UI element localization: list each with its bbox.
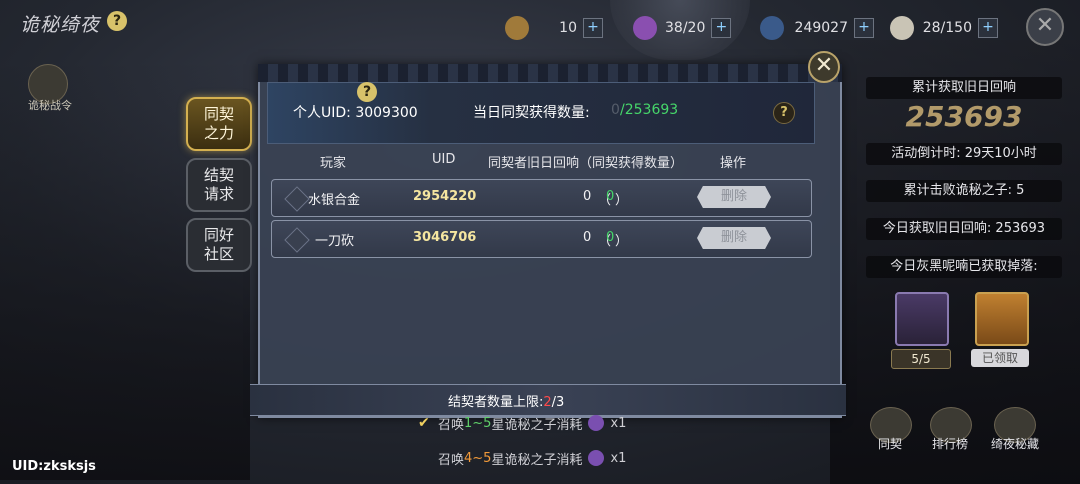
tab-community[interactable]: 同好 社区 (186, 218, 252, 272)
purple-flask-reward[interactable] (895, 292, 949, 346)
close-dialog-button[interactable]: ✕ (808, 51, 840, 83)
echo-gain-close: ） (615, 234, 629, 249)
feather-icon (890, 16, 914, 40)
echo-value: 0 (583, 189, 592, 204)
page-title: 诡秘绮夜 (20, 14, 101, 36)
resource-feather: 28/150 + (890, 15, 998, 41)
add-feather-button[interactable]: + (978, 18, 998, 38)
summon-prefix: 召唤 (438, 452, 465, 468)
table-row: 水银合金 2954220 0 （ 0 ） 删除 (271, 179, 812, 217)
add-potion-button[interactable]: + (583, 18, 603, 38)
add-flask-button[interactable]: + (711, 18, 732, 38)
player-name: 水银合金 (308, 193, 361, 208)
echo-gain: 0 (606, 230, 615, 245)
resource-potion: 10 + (505, 15, 603, 41)
event-countdown: 活动倒计时: 29天10小时 (866, 143, 1062, 165)
potion-icon (505, 16, 529, 40)
bond-limit-label: 结契者数量上限: (448, 395, 544, 410)
today-echo: 今日获取旧日回响: 253693 (866, 218, 1062, 240)
info-help-icon[interactable]: ? (773, 102, 795, 124)
resource-value: 10 (559, 20, 577, 36)
player-uid: 3046706 (413, 230, 477, 245)
today-drops-label: 今日灰黑呢喃已获取掉落: (866, 256, 1062, 278)
summon-count: x1 (610, 415, 627, 431)
checkbox-icon (418, 451, 432, 465)
ranking-button-label[interactable]: 排行榜 (924, 435, 976, 452)
summon-option[interactable]: 召唤 4~5 星诡秘之子消耗 x1 (418, 447, 626, 469)
orb-icon (588, 450, 605, 466)
dialog-top-ornament (258, 64, 842, 82)
summon-prefix: 召唤 (438, 417, 465, 433)
summon-suffix: 星诡秘之子消耗 (491, 417, 583, 433)
today-gain-total: /253693 (620, 102, 679, 118)
add-wand-button[interactable]: + (854, 18, 874, 38)
echo-gain: 0 (606, 189, 615, 204)
orange-flask-reward[interactable] (975, 292, 1029, 346)
battle-pass-label: 诡秘战令 (28, 99, 72, 112)
row-diamond-icon (284, 186, 310, 212)
reward-claimed: 已领取 (971, 349, 1029, 367)
resource-wand: 249027 + (760, 15, 874, 41)
treasure-button-label[interactable]: 绮夜秘藏 (984, 435, 1046, 452)
resource-value: 249027 (794, 20, 848, 36)
bond-limit: 结契者数量上限:2/3 (448, 391, 564, 410)
orb-icon (588, 415, 605, 431)
bond-limit-current: 2 (543, 395, 552, 410)
today-gain-current: 0 (611, 102, 620, 118)
total-echo-value: 253693 (905, 100, 1023, 133)
summon-suffix: 星诡秘之子消耗 (491, 452, 583, 468)
defeated-count: 累计击败诡秘之子: 5 (866, 180, 1062, 202)
help-icon[interactable]: ? (107, 11, 127, 31)
resource-value: 38/20 (665, 20, 706, 36)
column-uid: UID (432, 152, 456, 167)
summon-range: 4~5 (464, 450, 492, 466)
summon-range: 1~5 (464, 415, 492, 431)
echo-value: 0 (583, 230, 592, 245)
column-player: 玩家 (320, 156, 347, 171)
total-echo-label: 累计获取旧日回响 (866, 77, 1062, 99)
personal-uid: 个人UID: 3009300 (293, 105, 418, 121)
table-row: 一刀砍 3046706 0 （ 0 ） 删除 (271, 220, 812, 258)
tab-bond-requests[interactable]: 结契 请求 (186, 158, 252, 212)
player-name: 一刀砍 (315, 234, 355, 249)
delete-button[interactable]: 删除 (697, 186, 771, 208)
user-uid: UID:zksksjs (12, 459, 96, 474)
row-diamond-icon (284, 227, 310, 253)
delete-button[interactable]: 删除 (697, 227, 771, 249)
tab-bond-power[interactable]: 同契 之力 (186, 97, 252, 151)
summon-option[interactable]: ✔ 召唤 1~5 星诡秘之子消耗 x1 (418, 412, 626, 434)
today-gain-label: 当日同契获得数量: (473, 105, 590, 121)
summon-count: x1 (610, 450, 627, 466)
bond-button-label[interactable]: 同契 (866, 435, 914, 452)
echo-gain-close: ） (615, 193, 629, 208)
resource-value: 28/150 (922, 20, 972, 36)
close-page-button[interactable]: ✕ (1026, 8, 1064, 46)
wand-icon (760, 16, 784, 40)
resource-flask: 38/20 + (633, 15, 732, 41)
uid-help-icon[interactable]: ? (357, 82, 377, 102)
column-echo: 同契者旧日回响（同契获得数量） (488, 156, 684, 171)
column-action: 操作 (720, 156, 747, 171)
player-uid: 2954220 (413, 189, 477, 204)
checkmark-icon: ✔ (418, 415, 430, 431)
reward-progress: 5/5 (891, 349, 951, 369)
bond-limit-max: /3 (551, 395, 565, 410)
flask-icon (633, 16, 657, 40)
